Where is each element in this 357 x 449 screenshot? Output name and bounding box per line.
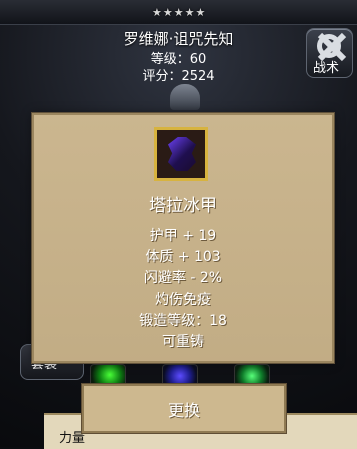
- top-ornament: ★★★★★: [0, 0, 357, 25]
- hero-name: 罗维娜·诅咒先知: [123, 30, 234, 48]
- item-attribute: 锻造等级：18: [139, 313, 227, 329]
- armor-icon: [168, 137, 196, 171]
- item-tooltip: 塔拉冰甲 护甲 + 19 体质 + 103 闪避率 - 2% 灼伤免疫 锻造等级…: [32, 113, 334, 363]
- tactics-button[interactable]: 战术: [306, 28, 353, 78]
- gear-icon: [317, 34, 341, 58]
- replace-label: 更换: [167, 401, 200, 420]
- item-attribute: 灼伤免疫: [155, 292, 211, 308]
- item-attribute: 闪避率 - 2%: [143, 270, 223, 286]
- item-attribute: 可重铸: [162, 334, 204, 350]
- tactics-label: 战术: [313, 61, 340, 76]
- item-icon-frame: [154, 127, 208, 181]
- star-rating: ★★★★★: [152, 6, 207, 19]
- hero-header: 罗维娜·诅咒先知 等级：60 评分：2524: [0, 26, 357, 84]
- item-attribute: 体质 + 103: [145, 249, 221, 265]
- hero-score: 评分：2524: [142, 69, 215, 84]
- replace-button[interactable]: 更换: [82, 384, 286, 433]
- item-name: 塔拉冰甲: [149, 196, 217, 216]
- item-attribute: 护甲 + 19: [149, 228, 217, 244]
- helmet-icon: [170, 84, 200, 110]
